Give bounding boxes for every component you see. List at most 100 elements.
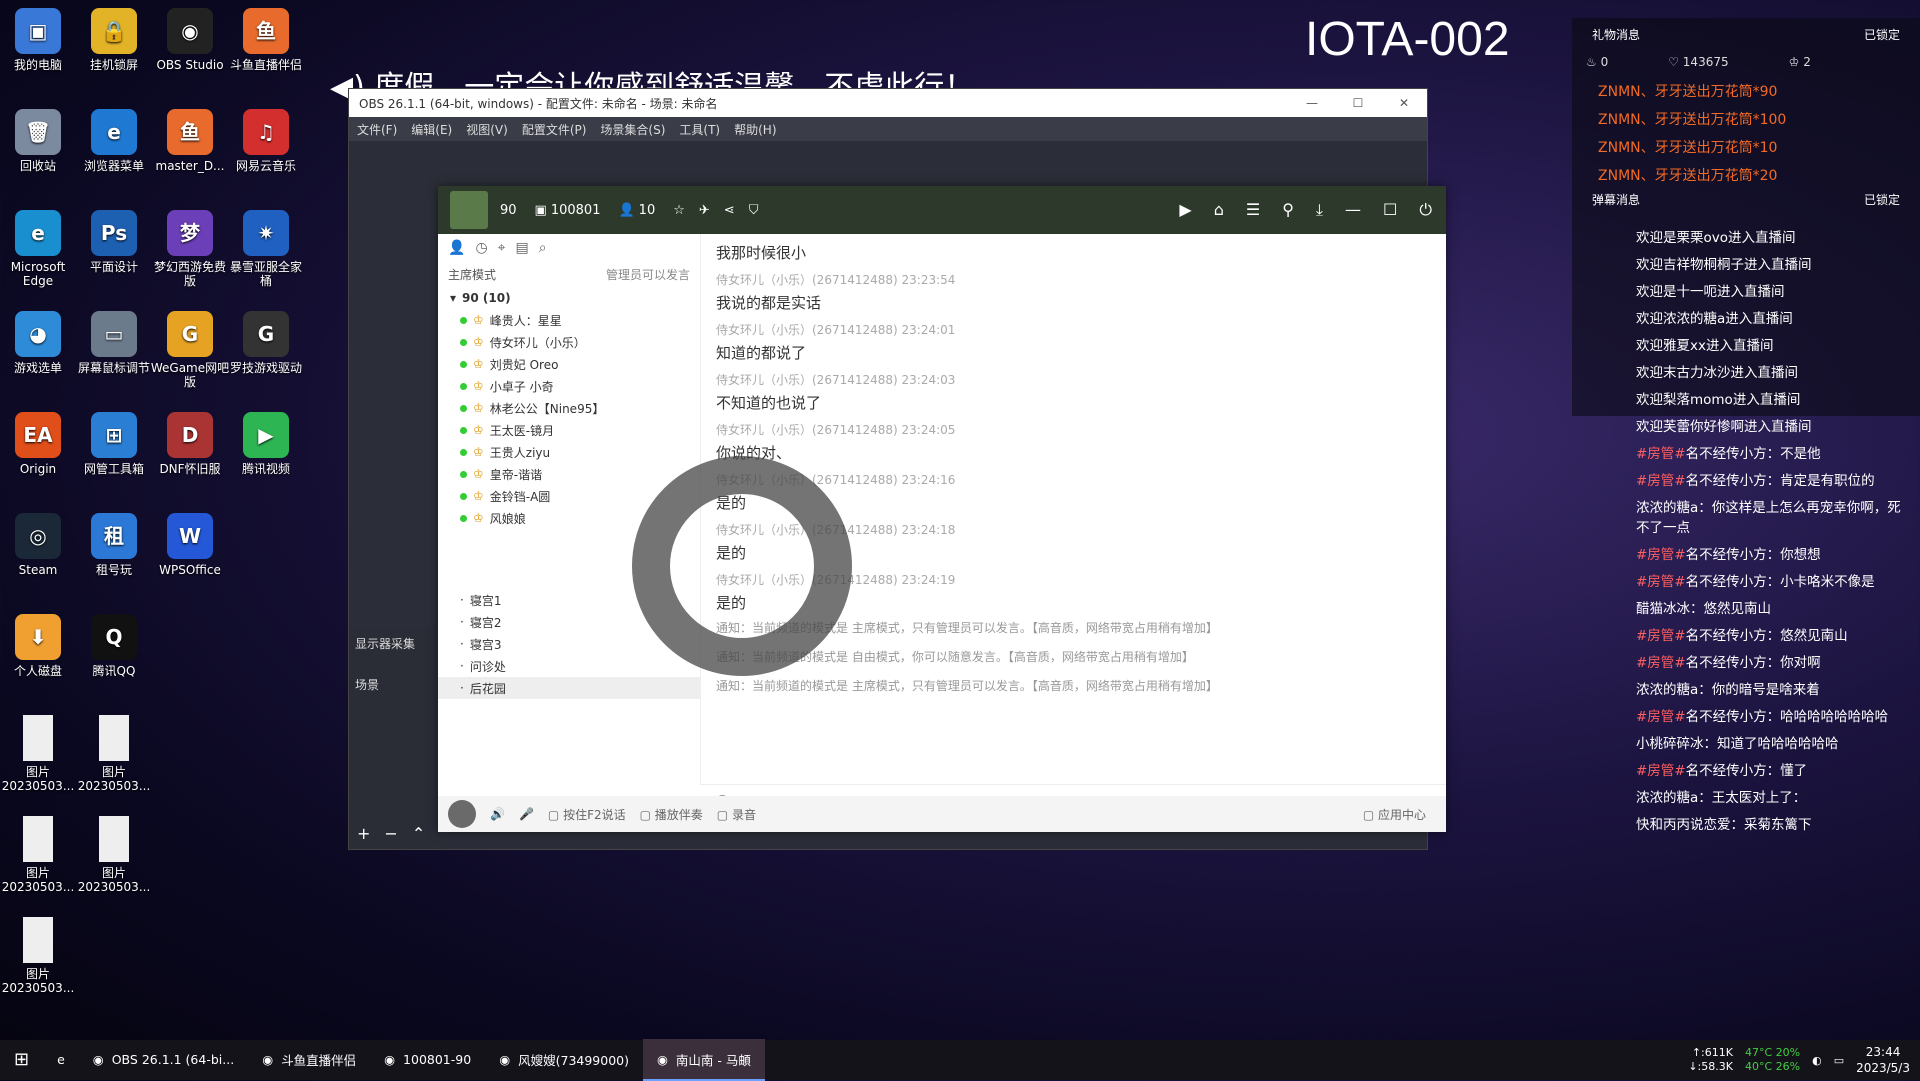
network-icon[interactable]: ▭ — [1834, 1054, 1844, 1067]
avatar[interactable] — [448, 800, 476, 828]
desktop-icon[interactable]: G WeGame网吧版 — [150, 307, 230, 389]
desktop-icon[interactable]: 图片 20230503... — [74, 711, 154, 793]
desktop-icon[interactable]: ▣ 我的电脑 — [0, 4, 78, 72]
crown-icon: ♔ — [473, 489, 484, 503]
member-name: 峰贵人：星星 — [489, 313, 562, 328]
tray-icon[interactable]: ◐ — [1812, 1054, 1822, 1067]
location-icon[interactable]: ⌖ — [498, 240, 506, 256]
desktop-icon[interactable]: ◕ 游戏选单 — [0, 307, 78, 375]
download-icon[interactable]: ⤓ — [1316, 200, 1323, 220]
room-item[interactable]: · 问诊处 — [438, 655, 700, 677]
desktop-icon[interactable]: 梦梦幻西游免费版 — [150, 206, 230, 288]
taskbar-item[interactable]: ◉ 风嫂嫂(73499000) — [485, 1039, 643, 1081]
member-item[interactable]: ♔ 小卓子 小奇 — [438, 375, 700, 397]
power-icon[interactable]: ⏻ — [1419, 200, 1432, 220]
list-icon[interactable]: ☰ — [1246, 200, 1260, 220]
desktop-icon-label: Origin — [19, 462, 57, 476]
desktop-icon[interactable]: e 浏览器菜单 — [74, 105, 154, 173]
desktop-icon[interactable]: ▭ 屏幕鼠标调节 — [74, 307, 154, 375]
desktop-icon[interactable]: ♫ 网易云音乐 — [226, 105, 306, 173]
gift-lock-status[interactable]: 已锁定 — [1864, 26, 1900, 43]
search-icon[interactable]: ⌕ — [539, 240, 547, 256]
desktop-icon-label: Microsoft Edge — [10, 260, 66, 288]
obs-icon: ◉ — [167, 8, 213, 54]
desktop-icon[interactable]: 图片 20230503... — [0, 812, 78, 894]
desktop-icon[interactable]: 🔒 挂机锁屏 — [74, 4, 154, 72]
member-item[interactable]: ♔ 王太医-镜月 — [438, 419, 700, 441]
online-dot-icon — [460, 448, 467, 456]
desktop-icon[interactable]: ✷ 暴雪亚服全家桶 — [226, 206, 306, 288]
taskbar-item[interactable]: ◉ 南山南 - 马頔 — [643, 1039, 765, 1081]
shield-icon[interactable]: ⛉ — [749, 203, 759, 218]
member-item[interactable]: ♔ 皇帝-谐谐 — [438, 463, 700, 485]
obs-menu-item[interactable]: 配置文件(P) — [522, 121, 587, 138]
start-button[interactable]: ⊞ — [0, 1039, 43, 1081]
desktop-icon[interactable]: ◎ Steam — [0, 509, 78, 577]
obs-menu-item[interactable]: 编辑(E) — [411, 121, 452, 138]
user-icon[interactable]: 👤 — [448, 240, 465, 256]
desktop-icon[interactable]: e Microsoft Edge — [0, 206, 78, 288]
desktop-icon[interactable]: 🗑 回收站 — [0, 105, 78, 173]
maximize-icon[interactable]: ☐ — [1335, 96, 1381, 110]
source-display-capture[interactable]: 显示器采集 — [349, 629, 441, 658]
member-item[interactable]: ♔ 侍女环儿（小乐） — [438, 331, 700, 353]
notes-icon[interactable]: ▤ — [516, 240, 529, 256]
desktop-icon[interactable]: 图片 20230503... — [74, 812, 154, 894]
room-item[interactable]: · 后花园 — [438, 677, 700, 699]
plane-icon[interactable]: ✈ — [699, 203, 710, 218]
member-item[interactable]: ♔ 峰贵人：星星 — [438, 309, 700, 331]
remove-icon[interactable]: − — [384, 824, 397, 843]
obs-menu-item[interactable]: 工具(T) — [679, 121, 720, 138]
member-item[interactable]: ♔ 王贵人ziyu — [438, 441, 700, 463]
clock[interactable]: 23:44 2023/5/3 — [1856, 1044, 1910, 1076]
desktop-icon[interactable]: W WPSOffice — [150, 509, 230, 577]
minimize-icon[interactable]: — — [1345, 200, 1361, 220]
up-icon[interactable]: ⌃ — [412, 824, 425, 843]
desktop-icon[interactable]: ▶ 腾讯视频 — [226, 408, 306, 476]
share-icon[interactable]: ⋖ — [724, 203, 735, 218]
desktop-icon[interactable]: ⊞ 网管工具箱 — [74, 408, 154, 476]
desktop-icon[interactable]: G 罗技游戏驱动 — [226, 307, 306, 375]
desktop-icon[interactable]: D DNF怀旧服 — [150, 408, 230, 476]
desktop-icon[interactable]: 租租号玩 — [74, 509, 154, 577]
clock-icon[interactable]: ◷ — [475, 240, 487, 256]
crown-icon: ♔ — [473, 511, 484, 525]
desktop-icon[interactable]: 图片 20230503... — [0, 913, 78, 995]
desktop-icon[interactable]: EA Origin — [0, 408, 78, 476]
desktop-icon[interactable]: 鱼 master_D... — [150, 105, 230, 173]
desktop-icon[interactable]: ◉ OBS Studio — [150, 4, 230, 72]
channel-avatar[interactable] — [450, 191, 488, 229]
desktop-icon[interactable]: Ps 平面设计 — [74, 206, 154, 274]
danmu-lock-status[interactable]: 已锁定 — [1864, 191, 1900, 208]
star-icon[interactable]: ☆ — [673, 203, 685, 218]
voice-tool-0[interactable]: ▢ 按住F2说话 — [548, 806, 626, 823]
video-icon[interactable]: ▶ — [1179, 200, 1191, 220]
member-name: 王贵人ziyu — [489, 445, 551, 460]
desktop-icon[interactable]: 鱼斗鱼直播伴侣 — [226, 4, 306, 72]
desktop-icon[interactable]: 图片 20230503... — [0, 711, 78, 793]
desktop-icon[interactable]: ⬇ 个人磁盘 — [0, 610, 78, 678]
desktop-icon[interactable]: Q 腾讯QQ — [74, 610, 154, 678]
member-item[interactable]: ♔ 林老公公【Nine95】 — [438, 397, 700, 419]
obs-menu-item[interactable]: 视图(V) — [466, 121, 508, 138]
obs-menu-item[interactable]: 帮助(H) — [734, 121, 776, 138]
obs-menu-item[interactable]: 场景集合(S) — [600, 121, 665, 138]
obs-menu-item[interactable]: 文件(F) — [357, 121, 397, 138]
voice-tool-2[interactable]: ▢ 录音 — [717, 806, 756, 823]
voice-tool-1[interactable]: ▢ 播放伴奏 — [640, 806, 703, 823]
gamepad-icon[interactable]: ⚲ — [1282, 200, 1294, 220]
home-icon[interactable]: ⌂ — [1214, 200, 1224, 220]
speaker-icon[interactable]: 🔊 — [490, 807, 505, 821]
voice-tool-3[interactable]: ▢ 应用中心 — [1363, 806, 1426, 823]
taskbar-item[interactable]: ◉ 100801-90 — [370, 1039, 485, 1081]
mic-icon[interactable]: 🎤 — [519, 807, 534, 821]
minimize-icon[interactable]: — — [1289, 96, 1335, 110]
add-icon[interactable]: + — [357, 824, 370, 843]
maximize-icon[interactable]: ☐ — [1383, 200, 1397, 220]
member-item[interactable]: ♔ 刘贵妃 Oreo — [438, 353, 700, 375]
taskbar-item[interactable]: ◉ 斗鱼直播伴侣 — [248, 1039, 370, 1081]
edge-icon[interactable]: e — [43, 1039, 79, 1081]
group-header[interactable]: ▾ 90 (10) — [438, 287, 700, 309]
taskbar-item[interactable]: ◉ OBS 26.1.1 (64-bi... — [79, 1039, 248, 1081]
close-icon[interactable]: ✕ — [1381, 96, 1427, 110]
